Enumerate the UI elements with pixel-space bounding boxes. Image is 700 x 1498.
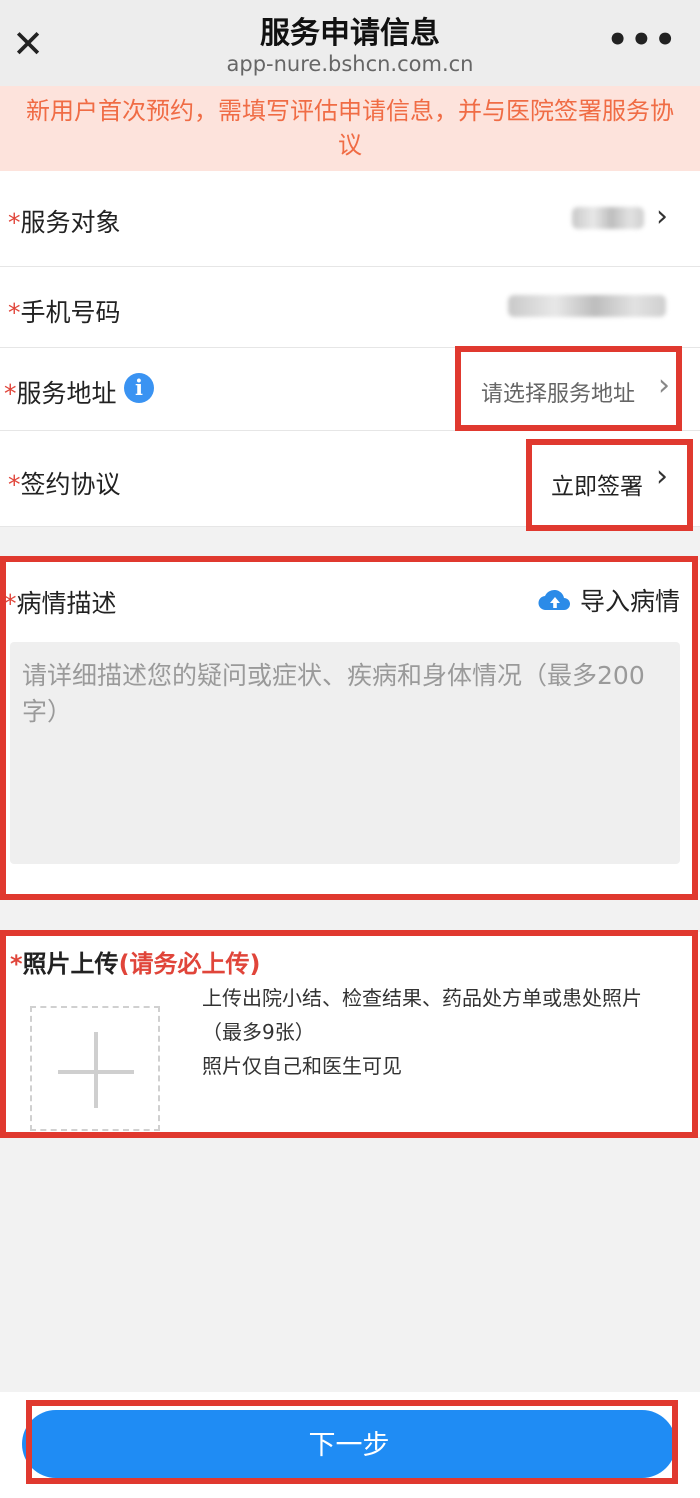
service-target-value (572, 207, 644, 229)
phone-value (508, 295, 666, 317)
phone-label: *手机号码 (8, 298, 121, 327)
highlight-box (0, 930, 698, 1138)
agreement-label: *签约协议 (8, 470, 121, 499)
chevron-right-icon: › (656, 199, 668, 234)
page-url: app-nure.bshcn.com.cn (226, 52, 474, 76)
highlight-box (26, 1400, 678, 1484)
phone-row: *手机号码 (0, 267, 700, 348)
service-target-label: *服务对象 (8, 208, 121, 237)
service-target-row[interactable]: *服务对象 › (0, 171, 700, 267)
address-label: *服务地址 (4, 379, 117, 408)
highlight-box (526, 439, 693, 531)
notice-banner: 新用户首次预约，需填写评估申请信息，并与医院签署服务协议 (0, 86, 700, 171)
highlight-box (0, 556, 698, 900)
title-bar: ✕ 服务申请信息 app-nure.bshcn.com.cn ••• (0, 0, 700, 86)
highlight-box (455, 346, 682, 431)
info-icon[interactable]: i (124, 373, 154, 403)
more-icon[interactable]: ••• (607, 20, 678, 60)
page-title: 服务申请信息 (260, 16, 440, 51)
